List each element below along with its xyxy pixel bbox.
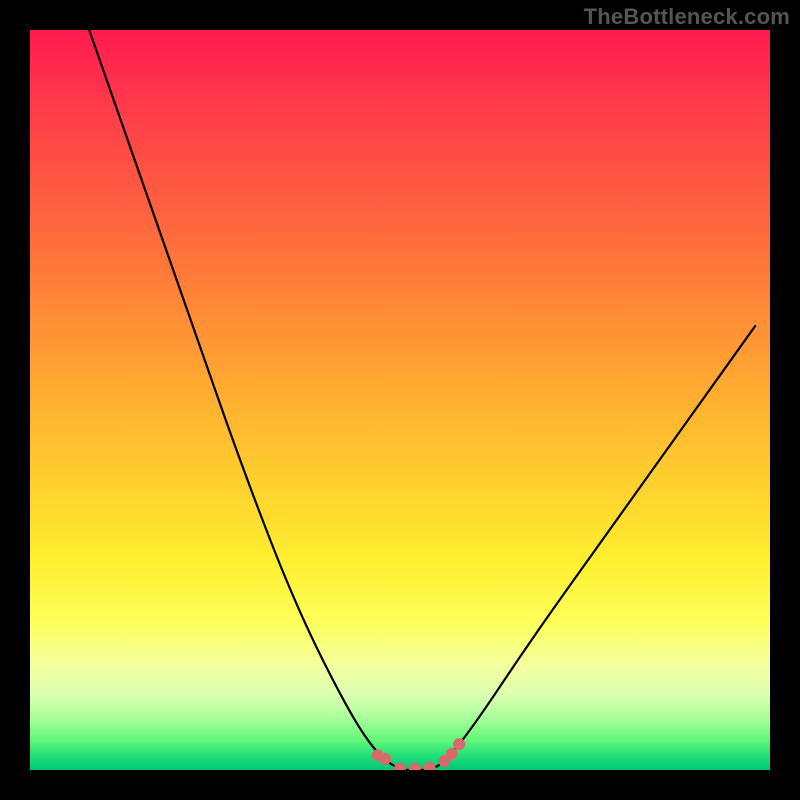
marker-group [372, 738, 465, 770]
curve-layer [30, 30, 770, 770]
bottleneck-curve [89, 30, 755, 770]
curve-marker [394, 763, 406, 770]
curve-marker [453, 738, 465, 750]
curve-marker [446, 748, 458, 760]
curve-marker [409, 763, 421, 770]
curve-marker [424, 762, 436, 770]
chart-container: TheBottleneck.com [0, 0, 800, 800]
watermark-label: TheBottleneck.com [584, 4, 790, 30]
plot-area [30, 30, 770, 770]
curve-marker [379, 753, 391, 765]
